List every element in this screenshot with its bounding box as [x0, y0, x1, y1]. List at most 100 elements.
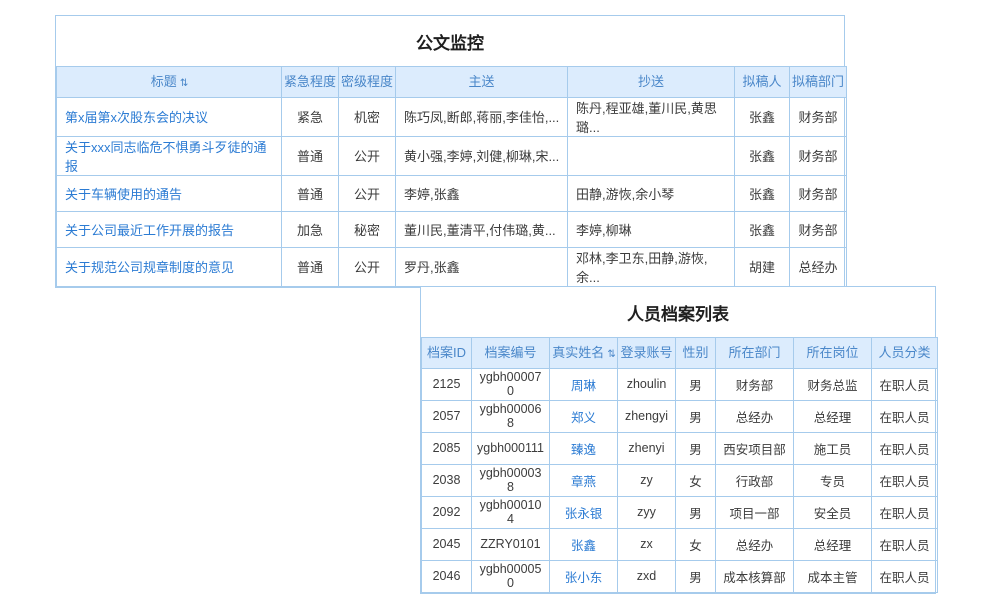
table-row: 2045ZZRY0101张鑫zx女总经办总经理在职人员	[422, 528, 938, 560]
table-cell: ygbh000104	[472, 496, 550, 528]
sort-icon[interactable]: ⇅	[180, 78, 187, 89]
table-cell: zyy	[618, 496, 676, 528]
table-cell: 黄小强,李婷,刘健,柳琳,宋...	[396, 136, 568, 175]
table-cell: 男	[676, 368, 716, 400]
person-table-body: 2125ygbh000070周琳zhoulin男财务部财务总监在职人员2057y…	[422, 368, 938, 592]
row-link[interactable]: 张小东	[565, 571, 603, 585]
table-cell: 在职人员	[872, 528, 938, 560]
row-link[interactable]: 臻逸	[571, 443, 596, 457]
table-cell: 2092	[422, 496, 472, 528]
table-cell: 关于规范公司规章制度的意见	[57, 247, 282, 286]
table-cell: 郑义	[550, 400, 618, 432]
col-header-department: 所在部门	[716, 338, 794, 369]
table-cell: 2038	[422, 464, 472, 496]
table-cell: 在职人员	[872, 464, 938, 496]
doc-table: 标题⇅ 紧急程度 密级程度 主送 抄送 拟稿人 拟稿部门 第x届第x次股东会的决…	[56, 66, 847, 287]
table-cell: 公开	[339, 136, 396, 175]
table-cell: 陈巧凤,断郎,蒋丽,李佳怡,...	[396, 97, 568, 136]
document-monitor-panel: 公文监控 标题⇅ 紧急程度 密级程度 主送 抄送 拟稿人 拟稿部门 第x届第x次…	[55, 15, 845, 288]
table-row: 关于xxx同志临危不惧勇斗歹徒的通报普通公开黄小强,李婷,刘健,柳琳,宋...张…	[57, 136, 847, 175]
row-link[interactable]: 第x届第x次股东会的决议	[65, 110, 208, 125]
col-header-archive-no: 档案编号	[472, 338, 550, 369]
row-link[interactable]: 张鑫	[571, 539, 596, 553]
table-cell: 财务部	[790, 136, 847, 175]
row-link[interactable]: 周琳	[571, 379, 596, 393]
table-cell: 公开	[339, 247, 396, 286]
row-link[interactable]: 关于xxx同志临危不惧勇斗歹徒的通报	[65, 140, 267, 174]
table-cell: 在职人员	[872, 560, 938, 592]
table-cell: 成本主管	[794, 560, 872, 592]
person-table: 档案ID 档案编号 真实姓名⇅ 登录账号 性别 所在部门 所在岗位 人员分类 2…	[421, 337, 938, 593]
row-link[interactable]: 章燕	[571, 475, 596, 489]
table-cell: 关于公司最近工作开展的报告	[57, 211, 282, 247]
table-cell: 加急	[282, 211, 339, 247]
row-link[interactable]: 关于车辆使用的通告	[65, 187, 182, 202]
table-cell: zhengyi	[618, 400, 676, 432]
personnel-archive-panel: 人员档案列表 档案ID 档案编号 真实姓名⇅ 登录账号 性别 所在部门 所在岗位…	[420, 286, 936, 594]
sort-icon[interactable]: ⇅	[607, 349, 614, 360]
table-cell: 财务部	[716, 368, 794, 400]
table-cell: zhoulin	[618, 368, 676, 400]
col-header-real-name[interactable]: 真实姓名⇅	[550, 338, 618, 369]
col-header-main-send: 主送	[396, 67, 568, 98]
table-cell: ygbh000038	[472, 464, 550, 496]
table-cell: 普通	[282, 247, 339, 286]
table-cell: 项目一部	[716, 496, 794, 528]
doc-header-row: 标题⇅ 紧急程度 密级程度 主送 抄送 拟稿人 拟稿部门	[57, 67, 847, 98]
table-cell: 臻逸	[550, 432, 618, 464]
table-row: 2125ygbh000070周琳zhoulin男财务部财务总监在职人员	[422, 368, 938, 400]
table-cell: zy	[618, 464, 676, 496]
table-cell: 普通	[282, 136, 339, 175]
table-row: 第x届第x次股东会的决议紧急机密陈巧凤,断郎,蒋丽,李佳怡,...陈丹,程亚雄,…	[57, 97, 847, 136]
table-row: 关于公司最近工作开展的报告加急秘密董川民,董清平,付伟璐,黄...李婷,柳琳张鑫…	[57, 211, 847, 247]
table-cell: 关于xxx同志临危不惧勇斗歹徒的通报	[57, 136, 282, 175]
table-row: 2057ygbh000068郑义zhengyi男总经办总经理在职人员	[422, 400, 938, 432]
person-table-title: 人员档案列表	[421, 287, 935, 337]
table-cell	[568, 136, 735, 175]
table-cell: 安全员	[794, 496, 872, 528]
table-cell: 邓林,李卫东,田静,游恢,余...	[568, 247, 735, 286]
table-cell: 总经理	[794, 528, 872, 560]
table-cell: 男	[676, 496, 716, 528]
table-cell: 财务部	[790, 175, 847, 211]
table-cell: 周琳	[550, 368, 618, 400]
table-cell: 男	[676, 560, 716, 592]
table-cell: 关于车辆使用的通告	[57, 175, 282, 211]
table-cell: zx	[618, 528, 676, 560]
table-cell: 田静,游恢,余小琴	[568, 175, 735, 211]
table-cell: 西安项目部	[716, 432, 794, 464]
table-cell: 行政部	[716, 464, 794, 496]
row-link[interactable]: 关于规范公司规章制度的意见	[65, 260, 234, 275]
row-link[interactable]: 张永银	[565, 507, 603, 521]
table-row: 2092ygbh000104张永银zyy男项目一部安全员在职人员	[422, 496, 938, 528]
table-cell: 章燕	[550, 464, 618, 496]
table-cell: 张鑫	[735, 175, 790, 211]
table-cell: 普通	[282, 175, 339, 211]
table-cell: 财务部	[790, 97, 847, 136]
table-cell: 董川民,董清平,付伟璐,黄...	[396, 211, 568, 247]
table-cell: 张鑫	[735, 97, 790, 136]
table-cell: 紧急	[282, 97, 339, 136]
table-row: 2085ygbh000111臻逸zhenyi男西安项目部施工员在职人员	[422, 432, 938, 464]
table-row: 关于车辆使用的通告普通公开李婷,张鑫田静,游恢,余小琴张鑫财务部	[57, 175, 847, 211]
table-cell: 胡建	[735, 247, 790, 286]
col-header-title[interactable]: 标题⇅	[57, 67, 282, 98]
table-cell: 李婷,张鑫	[396, 175, 568, 211]
row-link[interactable]: 关于公司最近工作开展的报告	[65, 223, 234, 238]
table-cell: 在职人员	[872, 400, 938, 432]
table-cell: 女	[676, 528, 716, 560]
doc-table-title: 公文监控	[56, 16, 844, 66]
table-cell: 张永银	[550, 496, 618, 528]
table-cell: 女	[676, 464, 716, 496]
col-header-login-account: 登录账号	[618, 338, 676, 369]
table-cell: 第x届第x次股东会的决议	[57, 97, 282, 136]
table-cell: 李婷,柳琳	[568, 211, 735, 247]
table-cell: 张鑫	[735, 211, 790, 247]
table-cell: 男	[676, 400, 716, 432]
table-cell: 2125	[422, 368, 472, 400]
table-cell: zhenyi	[618, 432, 676, 464]
row-link[interactable]: 郑义	[571, 411, 596, 425]
table-cell: zxd	[618, 560, 676, 592]
table-cell: 总经办	[790, 247, 847, 286]
table-cell: 罗丹,张鑫	[396, 247, 568, 286]
